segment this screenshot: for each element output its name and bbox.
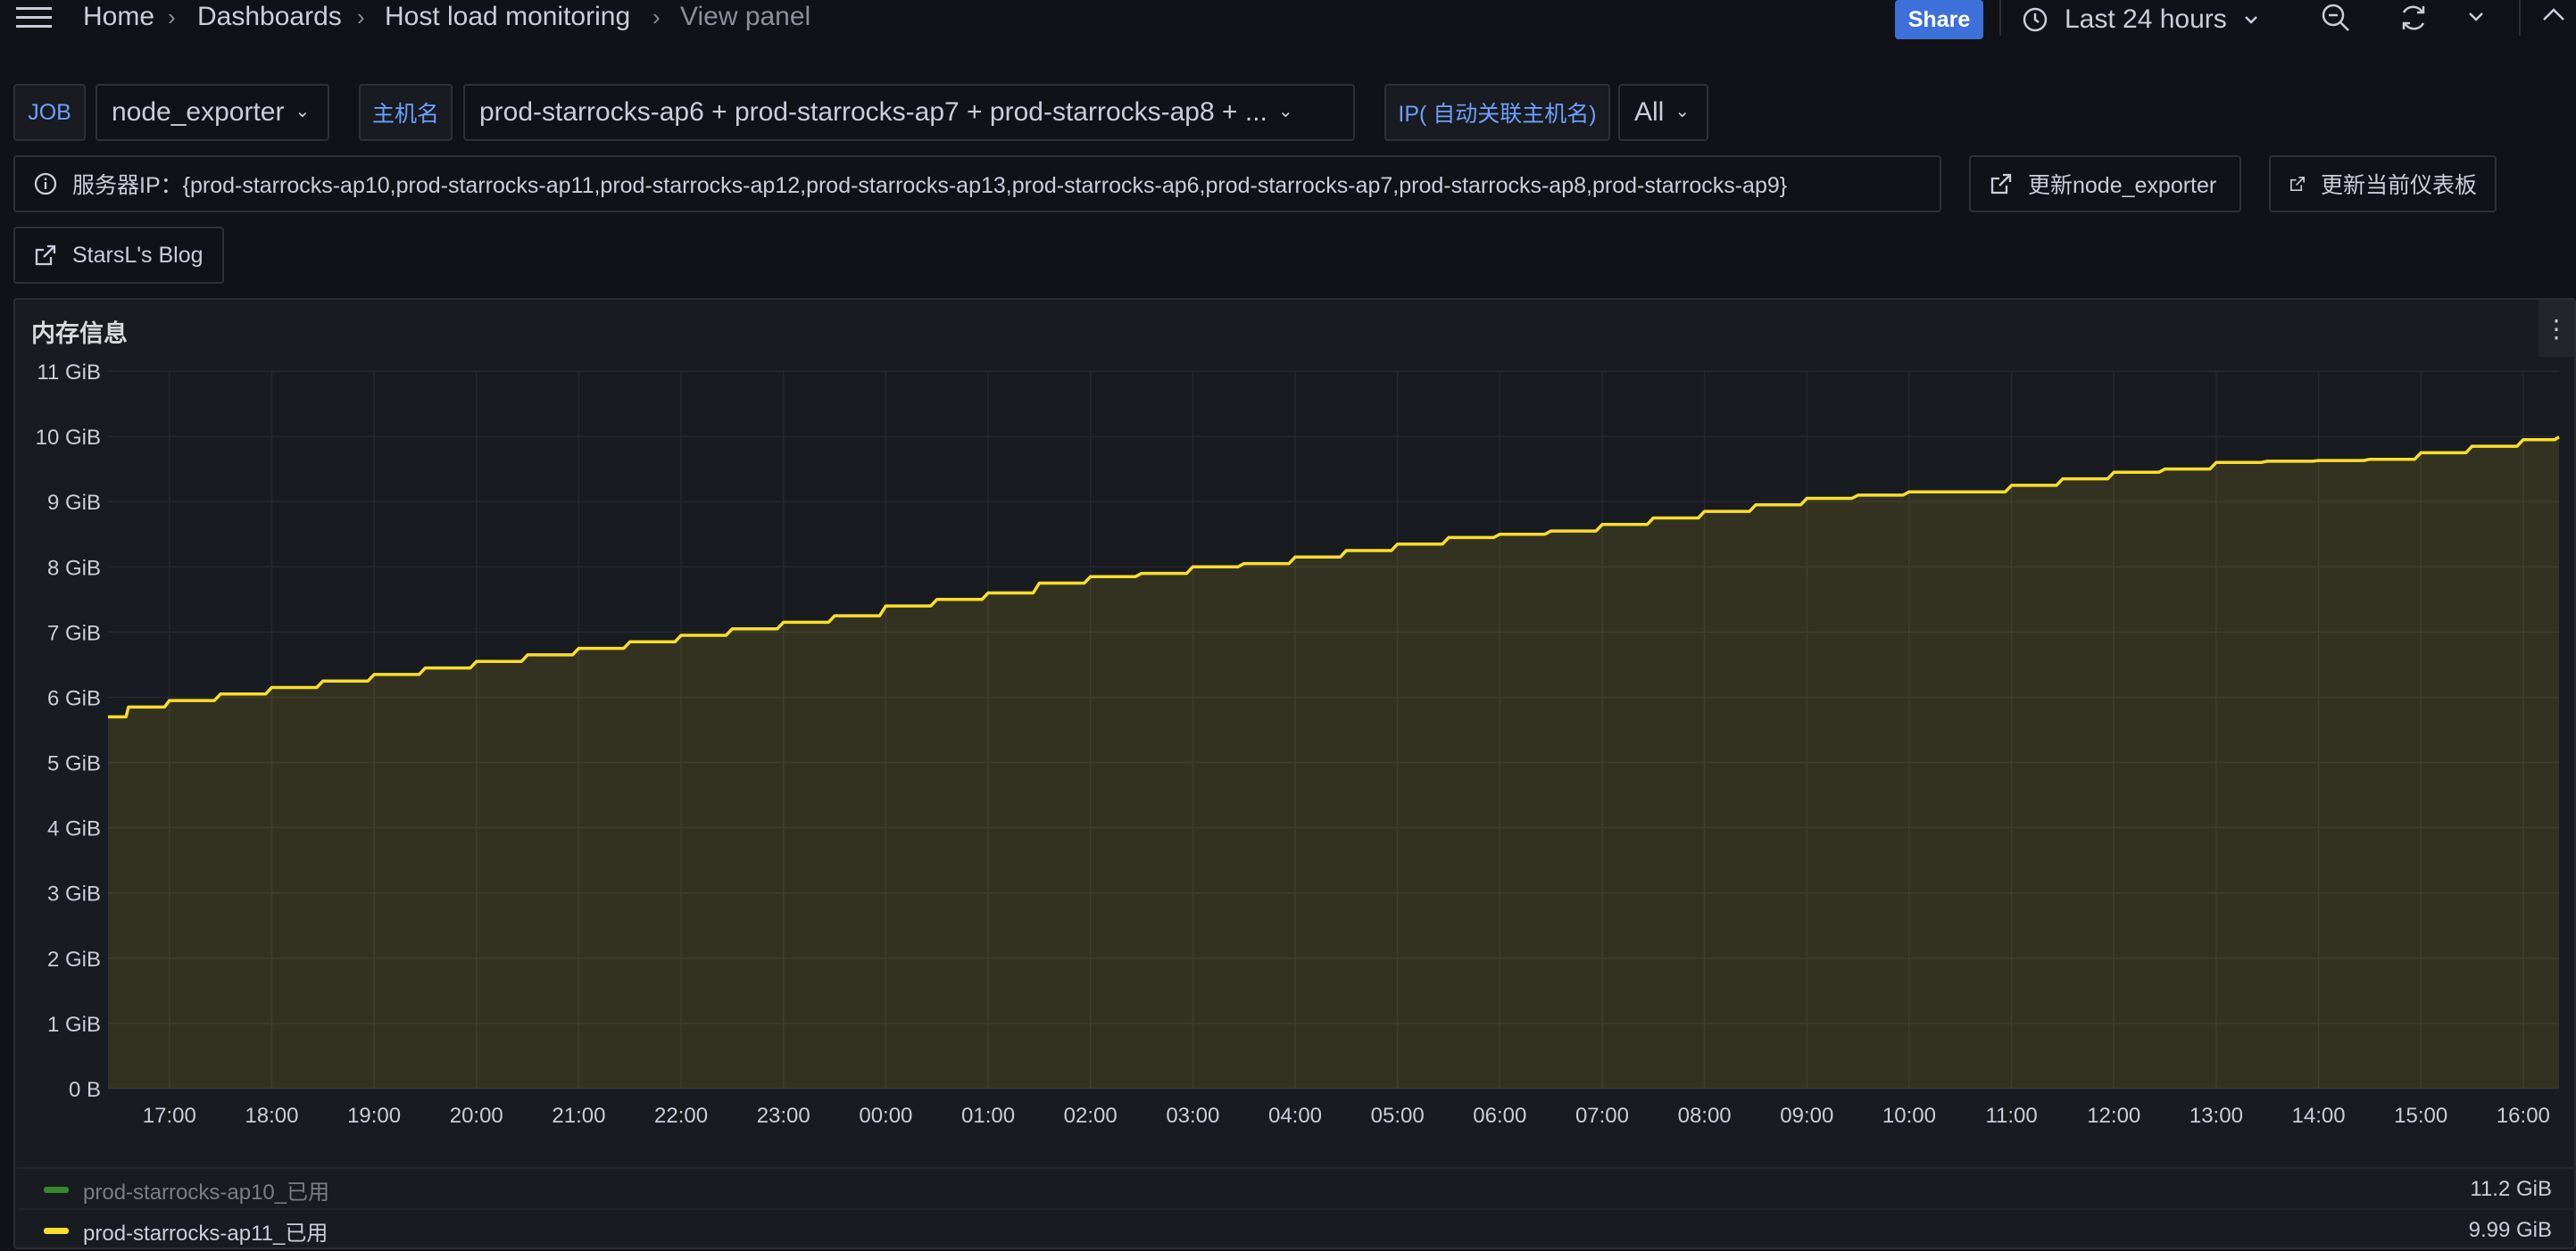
series-area-fill (108, 436, 2559, 1089)
x-tick-label: 16:00 (2497, 1104, 2550, 1128)
legend-series-name: prod-starrocks-ap10_已用 (83, 1180, 330, 1205)
x-tick-label: 23:00 (757, 1104, 810, 1128)
update-dashboard-link[interactable]: 更新当前仪表板 (2269, 155, 2497, 212)
y-tick-label: 6 GiB (47, 686, 101, 710)
time-range-label: Last 24 hours (2065, 4, 2227, 34)
server-ip-text: 服务器IP：{prod-starrocks-ap10,prod-starrock… (72, 173, 1788, 198)
legend-series-value: 11.2 GiB (2470, 1177, 2552, 1201)
y-tick-label: 2 GiB (47, 948, 101, 972)
breadcrumb-dashboards[interactable]: Dashboards (197, 2, 342, 32)
host-variable-select[interactable]: prod-starrocks-ap6 + prod-starrocks-ap7 … (463, 84, 1355, 141)
menu-icon[interactable] (16, 5, 52, 30)
external-link-icon (2290, 177, 2305, 191)
update-node-exporter-link[interactable]: 更新node_exporter (1969, 155, 2241, 212)
blog-label: StarsL's Blog (72, 242, 204, 268)
x-tick-label: 18:00 (245, 1104, 298, 1128)
time-range-picker[interactable]: Last 24 hours (2022, 0, 2259, 39)
chart-area-layer (108, 435, 2560, 1089)
chevron-down-icon[interactable] (2467, 11, 2485, 23)
external-link-icon (1990, 173, 2012, 195)
top-bar: Home › Dashboards › Host load monitoring… (0, 0, 2576, 39)
job-variable-label: JOB (13, 84, 86, 141)
y-tick-label: 10 GiB (36, 426, 101, 450)
x-tick-label: 11:00 (1985, 1104, 2037, 1128)
x-tick-label: 19:00 (347, 1104, 401, 1128)
breadcrumb-dashboard-title[interactable]: Host load monitoring (385, 2, 630, 32)
y-tick-label: 0 B (69, 1078, 101, 1102)
ip-variable-label: IP( 自动关联主机名) (1384, 84, 1610, 141)
memory-panel: 内存信息 ⋮ 0 B1 GiB 2 GiB 3 GiB 4 GiB 5 GiB 6 GiB… (13, 298, 2576, 1249)
legend-item[interactable]: prod-starrocks-ap11_已用 9.99 GiB (17, 1208, 2575, 1251)
chevron-down-icon: ⌄ (295, 101, 311, 121)
toolbar-divider (1999, 0, 2001, 36)
blog-link[interactable]: StarsL's Blog (13, 227, 224, 284)
chevron-down-icon: ⌄ (1277, 101, 1293, 121)
x-tick-label: 04:00 (1268, 1104, 1322, 1128)
y-tick-label: 4 GiB (47, 817, 101, 841)
x-tick-label: 02:00 (1064, 1104, 1118, 1128)
job-variable-select[interactable]: node_exporter ⌄ (96, 84, 329, 141)
toolbar-divider (2519, 0, 2521, 36)
x-tick-label: 12:00 (2087, 1104, 2140, 1128)
server-ip-info[interactable]: 服务器IP：{prod-starrocks-ap10,prod-starrock… (13, 155, 1941, 212)
refresh-icon[interactable] (2397, 2, 2430, 34)
x-tick-label: 09:00 (1780, 1104, 1833, 1128)
update-node-exporter-label: 更新node_exporter (2028, 173, 2217, 198)
host-variable-value: prod-starrocks-ap6 + prod-starrocks-ap7 … (479, 97, 1267, 127)
update-dashboard-label: 更新当前仪表板 (2320, 173, 2477, 198)
info-icon (34, 172, 57, 195)
y-axis: 0 B 1 GiB 2 GiB 3 GiB 4 GiB 5 GiB 6 GiB 7 GiB 8 … (36, 360, 101, 1102)
x-tick-label: 17:00 (143, 1104, 196, 1128)
x-tick-label: 22:00 (654, 1104, 708, 1128)
x-tick-label: 05:00 (1371, 1104, 1425, 1128)
external-link-icon (35, 244, 56, 266)
y-tick-label: 9 GiB (47, 491, 101, 515)
x-tick-label: 10:00 (1882, 1104, 1936, 1128)
x-tick-label: 03:00 (1166, 1104, 1219, 1128)
clock-icon (2023, 7, 2048, 32)
y-tick-label: 3 GiB (47, 882, 101, 907)
breadcrumb-separator: › (652, 4, 661, 30)
host-variable-label: 主机名 (359, 84, 453, 141)
x-tick-label: 15:00 (2394, 1104, 2447, 1128)
share-button[interactable]: Share (1895, 0, 1983, 39)
zoom-out-icon[interactable] (2320, 2, 2352, 34)
ip-variable-select[interactable]: All ⌄ (1618, 84, 1708, 141)
ip-variable-value: All (1634, 97, 1665, 127)
legend-series-value: 9.99 GiB (2468, 1218, 2552, 1242)
y-tick-label: 1 GiB (47, 1013, 101, 1037)
x-tick-label: 01:00 (961, 1104, 1015, 1128)
x-tick-label: 20:00 (450, 1104, 503, 1128)
y-tick-label: 11 GiB (37, 360, 101, 385)
breadcrumb-home[interactable]: Home (83, 2, 154, 32)
x-tick-label: 06:00 (1473, 1104, 1526, 1128)
breadcrumb-separator: › (168, 4, 176, 30)
chevron-down-icon (2244, 16, 2257, 24)
legend-item[interactable]: prod-starrocks-ap10_已用 11.2 GiB (17, 1167, 2575, 1210)
chevron-down-icon: ⌄ (1674, 101, 1691, 121)
y-tick-label: 8 GiB (47, 556, 101, 580)
chevron-up-icon[interactable] (2540, 5, 2567, 23)
x-tick-label: 21:00 (552, 1104, 605, 1128)
x-axis: 17:00 18:00 19:00 20:00 21:00 22:00 23:00 00:00… (143, 1104, 2550, 1128)
breadcrumb-separator: › (357, 4, 365, 30)
y-tick-label: 5 GiB (47, 752, 101, 776)
legend-series-name: prod-starrocks-ap11_已用 (83, 1221, 328, 1246)
x-tick-label: 13:00 (2190, 1104, 2243, 1128)
breadcrumb-current: View panel (680, 2, 811, 31)
x-tick-label: 00:00 (859, 1104, 912, 1128)
legend-swatch (44, 1227, 69, 1234)
memory-chart[interactable]: 0 B 1 GiB 2 GiB 3 GiB 4 GiB 5 GiB 6 GiB 7 GiB 8 … (15, 336, 2574, 1210)
job-variable-value: node_exporter (112, 97, 285, 127)
legend-swatch (44, 1186, 69, 1193)
x-tick-label: 08:00 (1678, 1104, 1732, 1128)
y-tick-label: 7 GiB (47, 621, 101, 645)
x-tick-label: 14:00 (2292, 1104, 2346, 1128)
x-tick-label: 07:00 (1575, 1104, 1629, 1128)
